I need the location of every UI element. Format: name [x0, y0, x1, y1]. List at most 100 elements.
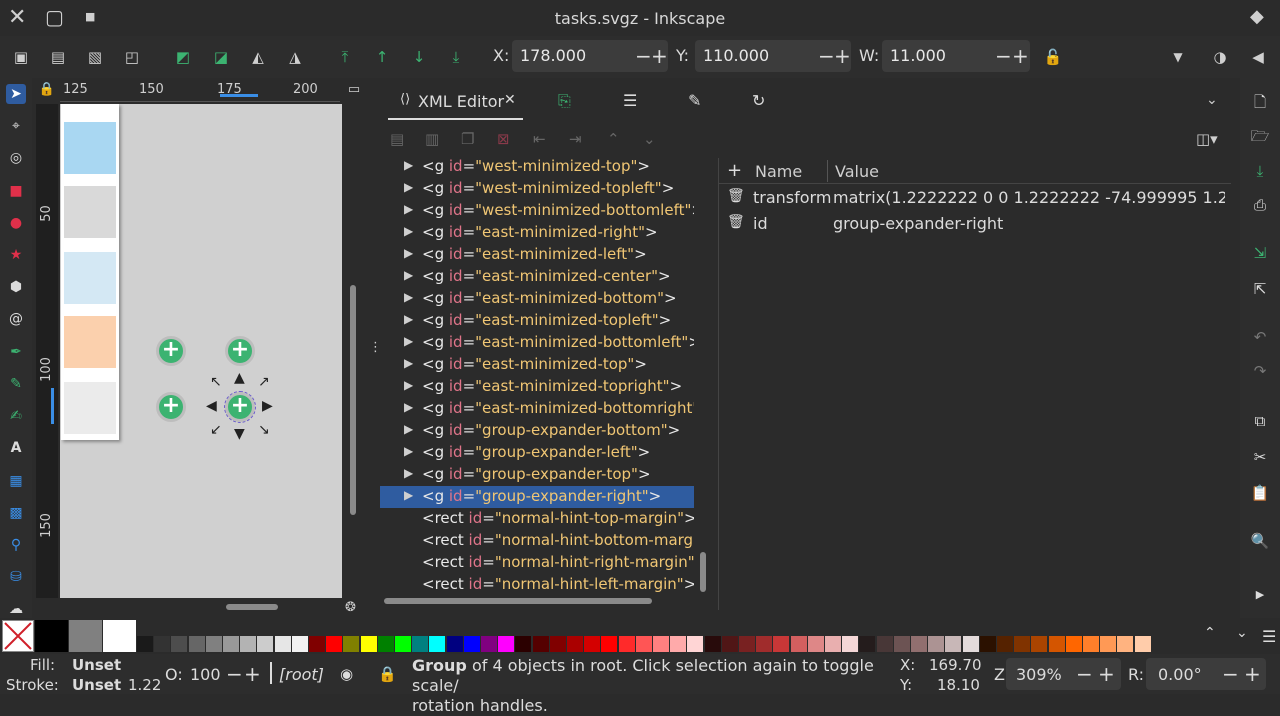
palette-swatch[interactable] — [1031, 636, 1048, 652]
palette-swatch[interactable] — [997, 636, 1013, 652]
scale-handle-icon[interactable]: ◀ — [206, 398, 217, 414]
gray-swatch[interactable] — [69, 620, 102, 652]
select-same-icon[interactable]: ◰ — [121, 46, 143, 68]
selector-tool-icon[interactable]: ➤ — [6, 84, 26, 104]
palette-swatch[interactable] — [739, 636, 755, 652]
pen-tool-icon[interactable]: ✒ — [6, 342, 26, 362]
horizontal-ruler[interactable]: 125 150 175 200 — [60, 80, 340, 102]
opacity-decrement-button[interactable]: − — [226, 662, 243, 686]
opacity-value[interactable]: 100 — [190, 665, 221, 684]
palette-swatch[interactable] — [687, 636, 704, 652]
tree-horizontal-scrollbar[interactable] — [384, 598, 652, 604]
lower-node-icon[interactable]: ⌄ — [643, 130, 656, 148]
palette-swatch[interactable] — [704, 636, 721, 652]
fill-value[interactable]: Unset — [72, 656, 121, 674]
plus-button-graphic[interactable]: + — [225, 336, 255, 366]
plus-button-graphic[interactable]: + — [156, 336, 186, 366]
add-attribute-icon[interactable]: + — [727, 160, 742, 181]
delete-node-icon[interactable]: ⊠ — [497, 130, 510, 148]
palette-swatch[interactable] — [945, 636, 962, 652]
palette-swatch[interactable] — [1134, 636, 1151, 652]
toggle-visibility-icon[interactable]: ◉ — [340, 665, 353, 683]
palette-swatch[interactable] — [773, 636, 790, 652]
palette-swatch[interactable] — [1083, 636, 1099, 652]
print-icon[interactable]: ⎙ — [1250, 196, 1270, 216]
xml-node-row[interactable]: <rect id="normal-hint-bottom-margi — [380, 530, 694, 552]
palette-scroll-down-icon[interactable]: ⌄ — [1236, 625, 1248, 641]
palette-swatch[interactable] — [446, 636, 463, 652]
collapse-right-icon[interactable]: ◀ — [1247, 46, 1269, 68]
save-document-icon[interactable]: ⤓ — [1250, 162, 1270, 182]
palette-swatch[interactable] — [223, 636, 239, 652]
new-element-node-icon[interactable]: ▤ — [390, 130, 404, 148]
stroke-width[interactable]: 1.22 — [128, 676, 161, 694]
xml-node-row[interactable]: ▶ <g id="west-minimized-topleft"> — [380, 178, 694, 200]
palette-swatch[interactable] — [670, 636, 687, 652]
palette-swatch[interactable] — [515, 636, 532, 652]
palette-swatch[interactable] — [429, 636, 446, 652]
palette-swatch[interactable] — [498, 636, 515, 652]
canvas-vertical-scrollbar[interactable] — [350, 285, 356, 515]
zoom-icon[interactable]: 🔍 — [1250, 532, 1270, 552]
color-mode-icon[interactable]: ❂ — [345, 600, 363, 618]
canvas-horizontal-scrollbar[interactable] — [226, 604, 278, 610]
paint-bucket-tool-icon[interactable]: ⛁ — [6, 567, 26, 587]
xml-node-row[interactable]: ▶ <g id="group-expander-left"> — [380, 442, 694, 464]
palette-swatch[interactable] — [1014, 636, 1031, 652]
xml-node-row[interactable]: ▶ <g id="west-minimized-top"> — [380, 156, 694, 178]
scale-handle-icon[interactable]: ↗ — [258, 374, 270, 390]
stroke-value[interactable]: Unset — [72, 676, 121, 694]
palette-swatch[interactable] — [463, 636, 480, 652]
select-all-layers-icon[interactable]: ▤ — [47, 46, 69, 68]
xml-node-row[interactable]: ▶ <g id="group-expander-bottom"> — [380, 420, 694, 442]
white-swatch[interactable] — [103, 620, 136, 652]
zoom-out-button[interactable]: − — [1076, 662, 1093, 686]
zoom-input[interactable]: 309% − + — [1006, 658, 1121, 690]
xml-node-row[interactable]: ▶ <g id="east-minimized-bottomright" — [380, 398, 694, 420]
name-column-header[interactable]: Name — [755, 162, 802, 181]
palette-swatch[interactable] — [1100, 636, 1117, 652]
lower-to-bottom-icon[interactable]: ⤓ — [445, 46, 467, 68]
dock-menu-icon[interactable]: ⌄ — [1206, 92, 1218, 108]
align-tab-icon[interactable]: ☰ — [623, 91, 637, 110]
vertical-ruler[interactable]: 50 100 150 — [36, 104, 58, 598]
expand-node-icon[interactable]: ▶ — [404, 202, 413, 216]
overflow-menu-icon[interactable]: ▼ — [1167, 46, 1189, 68]
mesh-tool-icon[interactable]: ▩ — [6, 503, 26, 523]
display-mode-icon[interactable]: ▭ — [344, 82, 364, 100]
close-tab-icon[interactable]: ✕ — [504, 92, 516, 108]
lock-ratio-icon[interactable]: 🔓 — [1042, 46, 1064, 68]
palette-swatch[interactable] — [343, 636, 360, 652]
xml-node-row[interactable]: ▶ <g id="east-minimized-top"> — [380, 354, 694, 376]
new-text-node-icon[interactable]: ▥ — [425, 130, 439, 148]
palette-swatch[interactable] — [653, 636, 669, 652]
attribute-value[interactable]: matrix(1.2222222 0 0 1.2222222 -74.99999… — [833, 188, 1225, 207]
rotate-input[interactable]: 0.00° − + — [1146, 658, 1266, 690]
cut-icon[interactable]: ✂ — [1250, 448, 1270, 468]
deselect-icon[interactable]: ▧ — [84, 46, 106, 68]
palette-swatch[interactable] — [618, 636, 635, 652]
xml-node-tree[interactable]: ▶ <g id="west-minimized-top"> ▶ <g id="west… — [380, 156, 696, 592]
palette-swatch[interactable] — [205, 636, 222, 652]
duplicate-node-icon[interactable]: ❐ — [461, 130, 474, 148]
palette-swatch[interactable] — [842, 636, 859, 652]
expand-more-icon[interactable]: ▶ — [1250, 588, 1270, 608]
rotate-decrement-button[interactable]: − — [1222, 662, 1239, 686]
scale-handle-icon[interactable]: ↖ — [210, 374, 222, 390]
scale-handles[interactable]: ▲ ▼ ◀ ▶ ↖ ↗ ↙ ↘ — [206, 370, 274, 442]
plus-button-graphic[interactable]: + — [156, 392, 186, 422]
rotate-ccw-icon[interactable]: ◩ — [172, 46, 194, 68]
export-tab-icon[interactable]: ⎘ — [558, 91, 571, 111]
indent-node-icon[interactable]: ⇥ — [569, 130, 582, 148]
unindent-node-icon[interactable]: ⇤ — [533, 130, 546, 148]
expand-node-icon[interactable]: ▶ — [404, 466, 413, 480]
palette-swatch[interactable] — [412, 636, 429, 652]
expand-node-icon[interactable]: ▶ — [404, 246, 413, 260]
x-increment-button[interactable]: + — [651, 44, 668, 68]
expand-node-icon[interactable]: ▶ — [404, 158, 413, 172]
palette-swatch[interactable] — [721, 636, 738, 652]
expand-node-icon[interactable]: ▶ — [404, 312, 413, 326]
tweak-tool-icon[interactable]: ☁ — [6, 599, 26, 619]
flip-horizontal-icon[interactable]: ◭ — [247, 46, 269, 68]
black-swatch[interactable] — [35, 620, 68, 652]
